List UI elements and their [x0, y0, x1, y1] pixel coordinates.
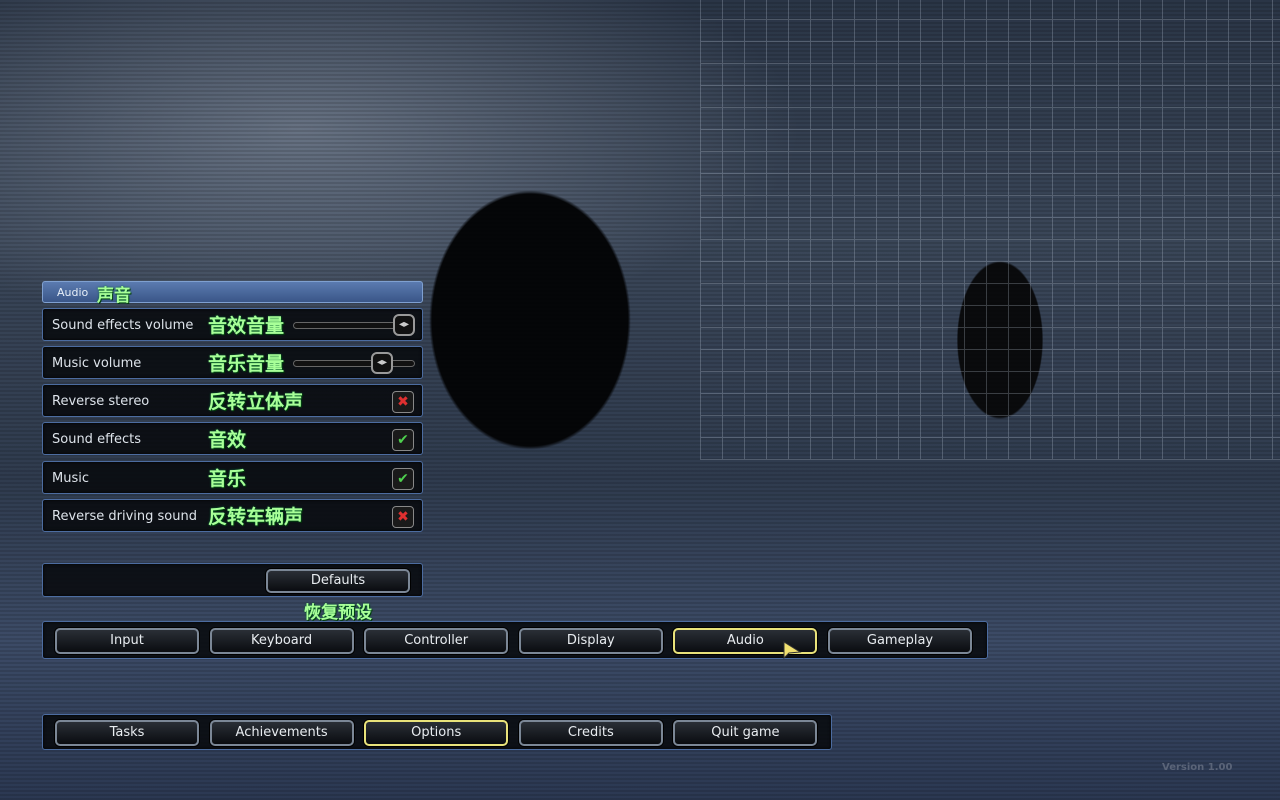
tab-keyboard[interactable]: Keyboard: [209, 628, 354, 654]
mouse-cursor-icon: [783, 641, 802, 660]
setting-label: Music: [52, 471, 89, 486]
volume-slider[interactable]: [293, 360, 415, 367]
tab-controller[interactable]: Controller: [364, 628, 509, 654]
version-label: Version 1.00: [1162, 762, 1233, 773]
setting-row: Music 音乐 ✔: [42, 461, 423, 494]
setting-label-cn: 音效音量: [208, 315, 285, 337]
audio-section-header: Audio 声音: [42, 281, 423, 306]
tab-gameplay[interactable]: Gameplay: [828, 628, 972, 654]
setting-row: Sound effects volume 音效音量 ◂▸: [42, 308, 423, 341]
checkbox-unchecked-icon[interactable]: ✖: [392, 391, 414, 413]
options-tab-bar: Input Keyboard Controller Display Audio Gamep…: [42, 621, 988, 659]
setting-row: Music volume 音乐音量 ◂▸: [42, 346, 423, 379]
checkbox-checked-icon[interactable]: ✔: [392, 429, 414, 451]
menu-options[interactable]: Options: [364, 720, 509, 746]
setting-label-cn: 反转车辆声: [208, 506, 304, 528]
defaults-button[interactable]: Defaults: [266, 569, 410, 593]
slider-thumb-icon[interactable]: ◂▸: [393, 314, 415, 336]
setting-label: Reverse driving sound: [52, 509, 197, 524]
setting-row: Reverse stereo 反转立体声 ✖: [42, 384, 423, 417]
wireframe-overlay: [700, 0, 1280, 460]
setting-label: Music volume: [52, 356, 142, 371]
setting-label: Sound effects: [52, 432, 142, 447]
tab-input[interactable]: Input: [55, 628, 199, 654]
setting-label: Sound effects volume: [52, 318, 194, 333]
setting-row: Sound effects 音效 ✔: [42, 422, 423, 455]
tab-display[interactable]: Display: [518, 628, 663, 654]
setting-label-cn: 音乐: [208, 468, 247, 490]
slider-thumb-icon[interactable]: ◂▸: [371, 352, 393, 374]
main-menu-bar: Tasks Achievements Options Credits Quit game: [42, 714, 832, 750]
setting-row: Reverse driving sound 反转车辆声 ✖: [42, 499, 423, 532]
section-title-cn: 声音: [97, 286, 131, 306]
menu-tasks[interactable]: Tasks: [55, 720, 199, 746]
setting-label-cn: 音乐音量: [208, 353, 285, 375]
setting-label: Reverse stereo: [52, 394, 150, 409]
defaults-panel: Defaults: [42, 563, 423, 597]
section-title: Audio: [57, 286, 89, 299]
menu-achievements[interactable]: Achievements: [209, 720, 354, 746]
menu-credits[interactable]: Credits: [518, 720, 663, 746]
defaults-label-cn: 恢复预设: [304, 603, 372, 623]
checkbox-checked-icon[interactable]: ✔: [392, 468, 414, 490]
menu-quit-game[interactable]: Quit game: [673, 720, 818, 746]
setting-label-cn: 音效: [208, 429, 247, 451]
setting-label-cn: 反转立体声: [208, 391, 304, 413]
checkbox-unchecked-icon[interactable]: ✖: [392, 506, 414, 528]
